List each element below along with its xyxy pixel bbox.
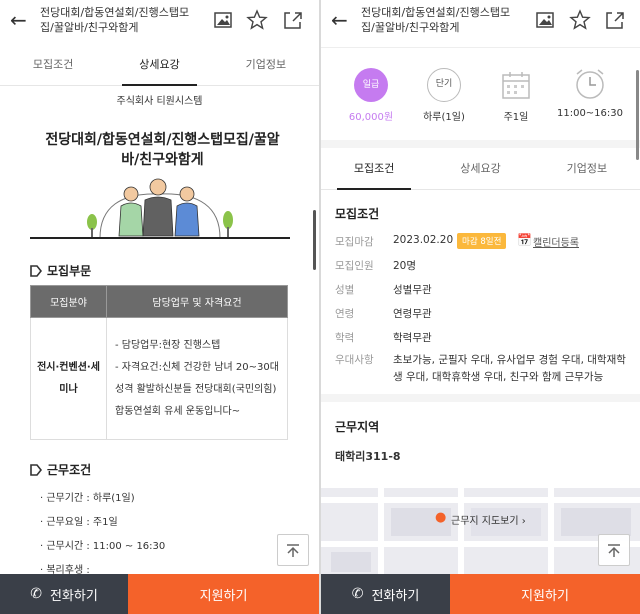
age-row: 연령 연령무관 xyxy=(335,306,635,326)
apply-button[interactable]: 지원하기 xyxy=(128,574,319,614)
preference-label: 우대사항 xyxy=(335,354,374,366)
wage-value: 60,000원 xyxy=(348,112,394,123)
right-screen: ← 전당대회/합동연설회/진행스탭모집/꿀알바/친구와함게 일급 60,000원… xyxy=(321,0,640,614)
calendar-icon xyxy=(502,72,530,99)
phone-icon: ✆ xyxy=(351,586,364,602)
tab-recruit-conditions[interactable]: 모집조건 xyxy=(321,148,427,190)
arrow-up-icon xyxy=(608,544,620,557)
list-item: · 근무기간 : 하루(1일) xyxy=(40,493,135,504)
tab-details[interactable]: 상세요강 xyxy=(106,44,212,86)
phone-icon: ✆ xyxy=(30,586,42,602)
tab-company-info[interactable]: 기업정보 xyxy=(534,148,640,189)
term-value: 하루(1일) xyxy=(423,112,465,123)
bottom-action-bar: ✆ 전화하기 지원하기 xyxy=(0,574,319,614)
call-button[interactable]: ✆ 전화하기 xyxy=(321,574,450,614)
section-marker-icon xyxy=(30,264,42,277)
deadline-label: 모집마감 xyxy=(335,236,374,248)
company-name: 주식회사 티원시스템 xyxy=(116,96,203,107)
share-icon[interactable] xyxy=(604,9,626,31)
headcount-value: 20명 xyxy=(393,260,417,272)
education-row: 학력 학력무관 xyxy=(335,330,635,350)
tab-recruit-conditions[interactable]: 모집조건 xyxy=(0,44,106,85)
work-location-title: 근무지역 xyxy=(335,420,380,434)
divider xyxy=(321,47,640,48)
duty-line: - 담당업무:현장 진행스텝 xyxy=(115,339,221,351)
headcount-label: 모집인원 xyxy=(335,260,374,272)
clock-icon xyxy=(576,69,604,99)
scrollbar[interactable] xyxy=(636,70,639,160)
address: 태학리311-8 xyxy=(335,450,401,463)
arrow-up-icon xyxy=(287,544,299,557)
map-view-link[interactable]: 근무지 지도보기 › xyxy=(451,512,526,527)
location-pin-icon: ● xyxy=(435,510,447,525)
deadline-value: 2023.02.20 xyxy=(393,234,454,246)
term-badge: 단기 xyxy=(427,68,461,102)
gender-label: 성별 xyxy=(335,284,355,296)
tab-details[interactable]: 상세요강 xyxy=(427,148,533,189)
section-marker-icon xyxy=(30,463,42,476)
tab-company-info[interactable]: 기업정보 xyxy=(213,44,319,85)
top-bar: ← 전당대회/합동연설회/진행스탭모집/꿀알바/친구와함게 xyxy=(0,0,319,44)
top-bar: ← 전당대회/합동연설회/진행스탭모집/꿀알바/친구와함게 xyxy=(321,0,640,44)
days-value: 주1일 xyxy=(503,112,529,123)
duty-line: - 자격요건:신체 건강한 남녀 20~30대 성격 활발하신분들 전당대회(국… xyxy=(115,361,279,417)
image-icon[interactable] xyxy=(212,9,234,31)
scroll-top-button[interactable] xyxy=(598,534,630,566)
divider xyxy=(321,394,640,402)
recruit-table: 모집분야 담당업무 및 자격요건 전시·컨벤션·세미나 - 담당업무:현장 진행… xyxy=(30,285,288,440)
preference-value: 초보가능, 군필자 우대, 유사업무 경험 우대, 대학재학생 우대, 대학휴학… xyxy=(393,354,626,383)
location-map[interactable]: ● 근무지 지도보기 › xyxy=(321,488,640,574)
table-header-duties: 담당업무 및 자격요건 xyxy=(106,285,288,318)
page-title: 전당대회/합동연설회/진행스탭모집/꿀알바/친구와함게 xyxy=(40,6,190,34)
age-label: 연령 xyxy=(335,308,355,320)
back-arrow-icon[interactable]: ← xyxy=(331,10,348,30)
age-value: 연령무관 xyxy=(393,308,432,320)
share-icon[interactable] xyxy=(282,9,304,31)
calendar-small-icon: 📅 xyxy=(517,233,532,247)
calendar-register-link[interactable]: 캘린더등록 xyxy=(533,234,579,249)
tab-bar: 모집조건 상세요강 기업정보 xyxy=(321,148,640,190)
table-header-field: 모집분야 xyxy=(30,285,107,318)
divider xyxy=(321,140,640,148)
recruit-section-heading: 모집부문 xyxy=(30,262,91,279)
gender-row: 성별 성별무관 xyxy=(335,282,635,302)
people-illustration xyxy=(30,178,290,239)
bottom-action-bar: ✆ 전화하기 지원하기 xyxy=(321,574,640,614)
map-background xyxy=(321,488,640,574)
recruit-conditions-title: 모집조건 xyxy=(335,207,380,221)
table-cell-duties: - 담당업무:현장 진행스텝 - 자격요건:신체 건강한 남녀 20~30대 성… xyxy=(106,317,288,440)
deadline-row: 모집마감 2023.02.20 마감 8일전 📅 캘린더등록 xyxy=(335,233,635,254)
page-title: 전당대회/합동연설회/진행스탭모집/꿀알바/친구와함게 xyxy=(361,6,511,34)
star-icon[interactable] xyxy=(569,9,591,31)
apply-button[interactable]: 지원하기 xyxy=(450,574,640,614)
scroll-top-button[interactable] xyxy=(277,534,309,566)
work-conditions-list: · 근무기간 : 하루(1일) · 근무요일 : 주1일 · 근무시간 : 11… xyxy=(40,489,165,585)
work-section-heading: 근무조건 xyxy=(30,461,91,478)
back-arrow-icon[interactable]: ← xyxy=(10,10,27,30)
tab-bar: 모집조건 상세요강 기업정보 xyxy=(0,44,319,86)
list-item: · 근무요일 : 주1일 xyxy=(40,517,118,528)
wage-badge: 일급 xyxy=(354,68,388,102)
education-value: 학력무관 xyxy=(393,332,432,344)
preference-row: 우대사항 초보가능, 군필자 우대, 유사업무 경험 우대, 대학재학생 우대,… xyxy=(335,352,635,392)
star-icon[interactable] xyxy=(246,9,268,31)
left-screen: ← 전당대회/합동연설회/진행스탭모집/꿀알바/친구와함게 모집조건 상세요강 … xyxy=(0,0,319,614)
headcount-row: 모집인원 20명 xyxy=(335,258,635,278)
poster-title: 전당대회/합동연설회/진행스탭모집/꿀알바/친구와함게 xyxy=(45,132,280,168)
gender-value: 성별무관 xyxy=(393,284,432,296)
hours-value: 11:00~16:30 xyxy=(556,108,623,119)
education-label: 학력 xyxy=(335,332,355,344)
list-item: · 근무시간 : 11:00 ~ 16:30 xyxy=(40,541,166,552)
table-cell-field: 전시·컨벤션·세미나 xyxy=(30,317,107,440)
scrollbar[interactable] xyxy=(313,210,316,270)
call-button[interactable]: ✆ 전화하기 xyxy=(0,574,128,614)
deadline-badge: 마감 8일전 xyxy=(457,233,507,249)
image-icon[interactable] xyxy=(534,9,556,31)
